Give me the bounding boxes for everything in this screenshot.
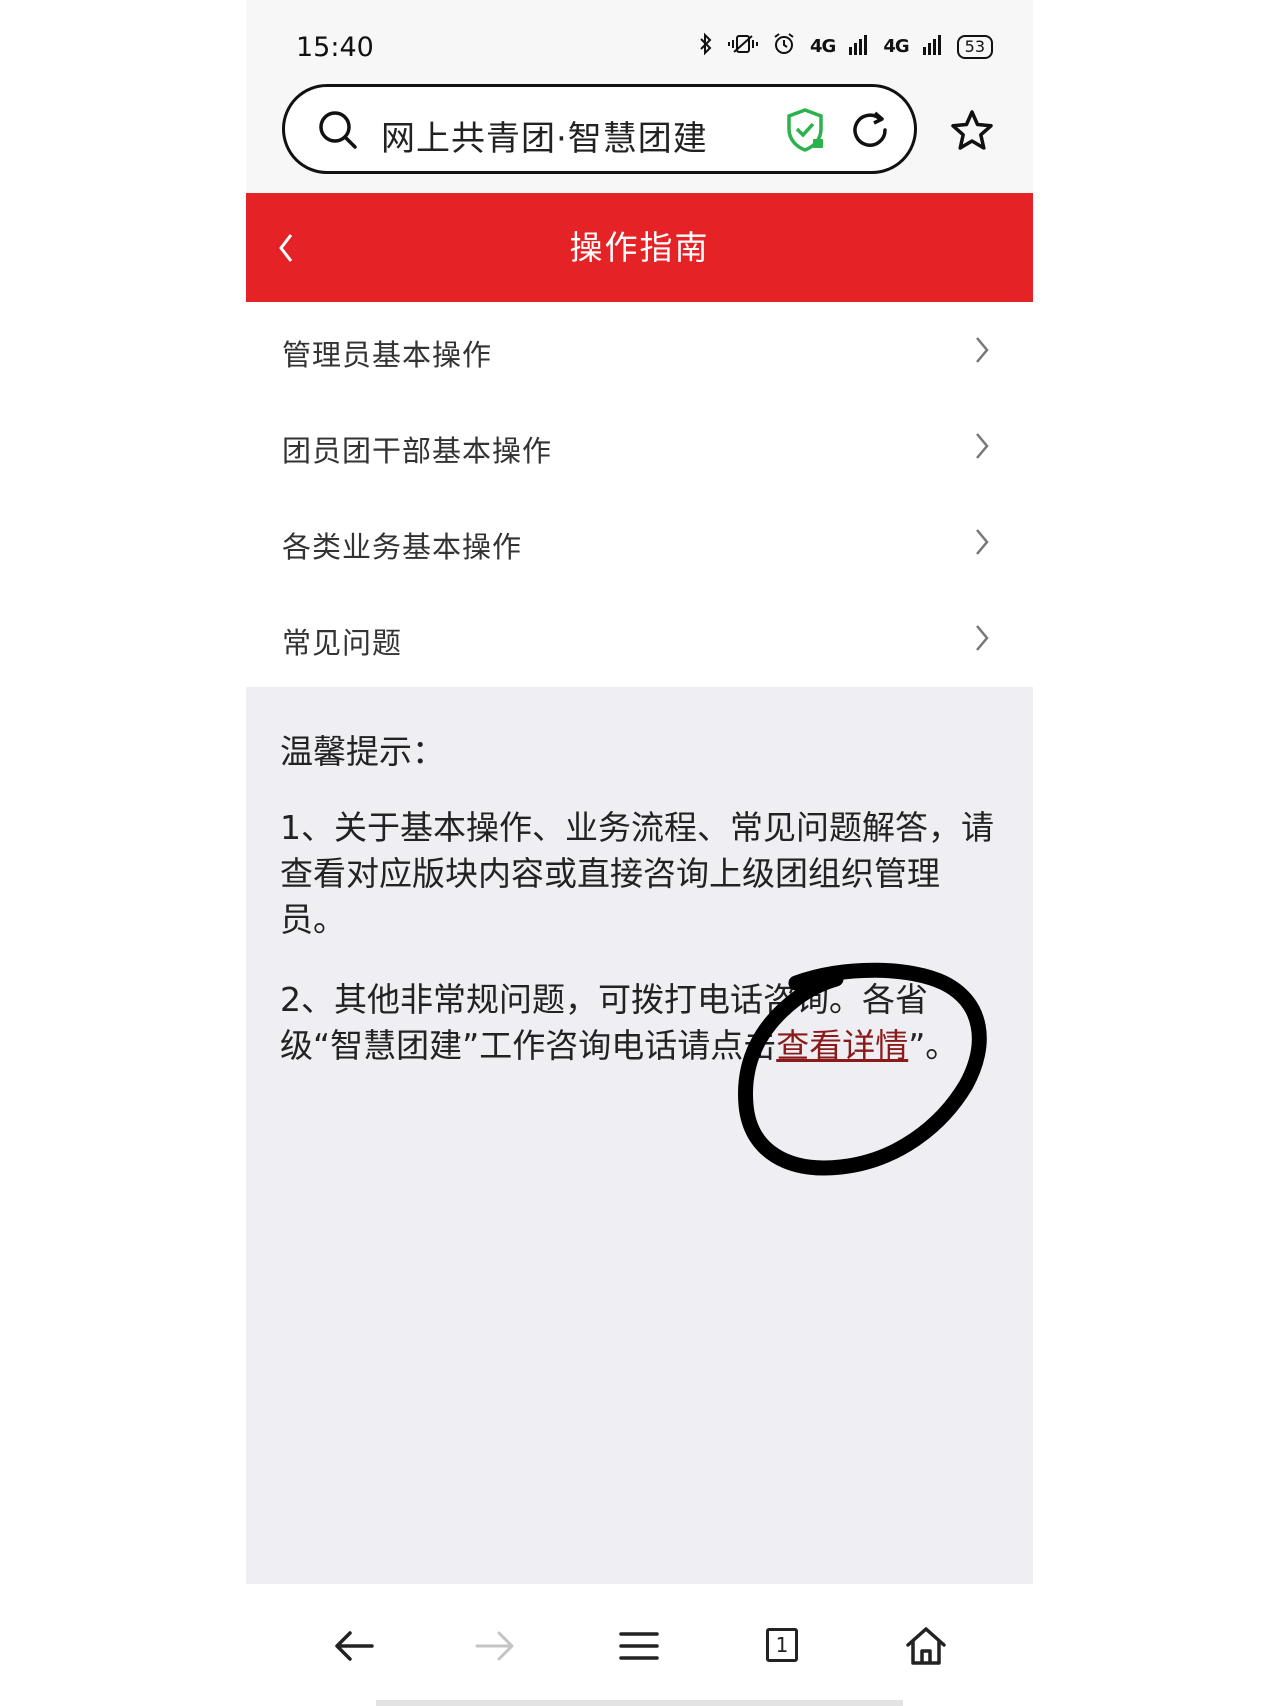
- bluetooth-icon: [698, 32, 714, 61]
- status-bar: 15:40 4G 4G 53: [246, 0, 1033, 80]
- menu-item-label: 管理员基本操作: [282, 338, 493, 372]
- menu-item-business-basics[interactable]: 各类业务基本操作: [246, 494, 1033, 590]
- tabs-count: 1: [766, 1628, 798, 1662]
- browser-bottom-nav: 1: [246, 1584, 1033, 1706]
- address-text[interactable]: 网上共青团·智慧团建: [381, 111, 708, 160]
- page-title: 操作指南: [569, 228, 710, 267]
- tips-title: 温馨提示：: [280, 732, 445, 771]
- tabs-icon[interactable]: 1: [752, 1616, 812, 1676]
- menu-item-faq[interactable]: 常见问题: [246, 590, 1033, 686]
- menu-item-member-basics[interactable]: 团员团干部基本操作: [246, 398, 1033, 494]
- phone-screen: 15:40 4G 4G 53 网上共青团·智慧团建 操作指南 管理员基本操作 团…: [246, 0, 1033, 1706]
- vibrate-icon: [728, 32, 759, 61]
- signal-bars-icon: [849, 33, 869, 60]
- back-arrow-icon[interactable]: [324, 1616, 384, 1676]
- guide-menu-list: 管理员基本操作 团员团干部基本操作 各类业务基本操作 常见问题: [246, 302, 1033, 686]
- address-bar[interactable]: 网上共青团·智慧团建: [282, 84, 917, 174]
- status-time: 15:40: [296, 32, 374, 63]
- shield-check-icon[interactable]: [783, 107, 827, 157]
- menu-item-admin-basics[interactable]: 管理员基本操作: [246, 302, 1033, 398]
- tip-item-1: 1、关于基本操作、业务流程、常见问题解答，请查看对应版块内容或直接咨询上级团组织…: [280, 808, 994, 939]
- alarm-icon: [772, 32, 796, 61]
- status-icons: 4G 4G 53: [698, 32, 993, 61]
- search-icon[interactable]: [317, 109, 359, 155]
- battery-indicator: 53: [956, 34, 993, 59]
- chevron-right-icon: [973, 527, 991, 561]
- browser-toolbar: 网上共青团·智慧团建: [246, 80, 1033, 193]
- star-icon[interactable]: [949, 108, 995, 158]
- hand-drawn-circle-annotation: [738, 962, 987, 1176]
- page-header: 操作指南: [246, 193, 1033, 302]
- chevron-right-icon: [973, 431, 991, 465]
- home-icon[interactable]: [896, 1616, 956, 1676]
- signal-bars-icon: [922, 33, 943, 60]
- tips-section: 温馨提示： 1、关于基本操作、业务流程、常见问题解答，请查看对应版块内容或直接咨…: [246, 687, 1033, 1584]
- signal-4g-1: 4G: [810, 36, 836, 57]
- menu-item-label: 各类业务基本操作: [282, 530, 523, 564]
- chevron-right-icon: [973, 623, 991, 657]
- forward-arrow-icon[interactable]: [465, 1616, 525, 1676]
- chevron-right-icon: [973, 335, 991, 369]
- menu-item-label: 团员团干部基本操作: [282, 434, 553, 468]
- menu-item-label: 常见问题: [282, 626, 403, 660]
- reload-icon[interactable]: [847, 107, 893, 157]
- signal-4g-2: 4G: [883, 36, 909, 57]
- home-indicator[interactable]: [376, 1700, 903, 1706]
- menu-icon[interactable]: [609, 1616, 669, 1676]
